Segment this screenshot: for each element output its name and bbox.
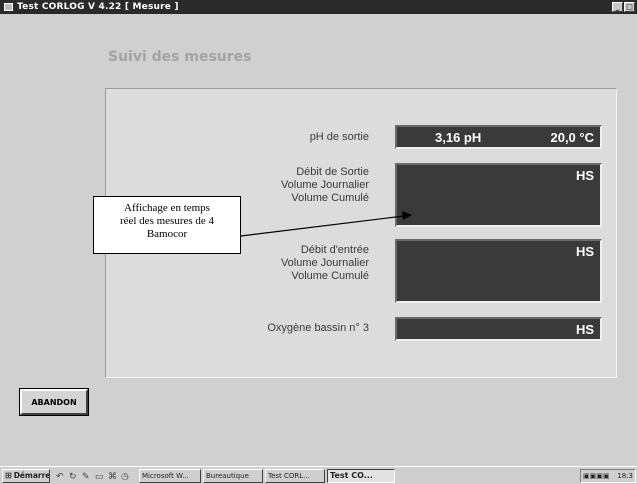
app-icon[interactable]	[4, 3, 13, 11]
callout-line-3: Bamocor	[146, 228, 188, 240]
abandon-button[interactable]: ABANDON	[19, 388, 89, 416]
taskbar-item-bureautique[interactable]: Bureautique	[203, 468, 263, 483]
taskbar-item-label: Bureautique	[206, 471, 249, 480]
network-icon[interactable]: ⌘	[108, 471, 118, 481]
taskbar-item-label: Microsoft W...	[142, 471, 189, 480]
inlet-cumulative-volume-label: Volume Cumulé	[291, 270, 369, 282]
windows-logo-icon: ⊞	[5, 471, 12, 480]
taskbar: ⊞ Démarrer ↶ ↻ ✎ ▭ ⌘ ◷ Microsoft W... Bu…	[0, 466, 637, 484]
section-title: Suivi des mesures	[108, 49, 252, 65]
taskbar-item-label: Test CO...	[330, 471, 373, 480]
inlet-flow-display: HS	[395, 239, 602, 303]
maximize-button[interactable]: □	[624, 2, 635, 12]
outlet-cumulative-volume-label: Volume Cumulé	[291, 192, 369, 204]
folder-icon[interactable]: ▭	[95, 471, 105, 481]
temperature-value: 20,0 °C	[550, 130, 594, 145]
paint-icon[interactable]: ✎	[82, 471, 92, 481]
oxygen-display: HS	[395, 317, 602, 341]
annotation-callout: Affichage en temps réel des mesures de 4…	[93, 196, 241, 254]
quick-launch: ↶ ↻ ✎ ▭ ⌘ ◷	[56, 471, 131, 481]
window-title: Test CORLOG V 4.22 [ Mesure ]	[17, 2, 179, 12]
outlet-flow-labels: Débit de Sortie Volume Journalier Volume…	[281, 166, 369, 205]
title-bar: Test CORLOG V 4.22 [ Mesure ] _ □	[0, 0, 637, 14]
callout-line-1: Affichage en temps	[124, 202, 210, 214]
outlet-daily-volume-label: Volume Journalier	[280, 179, 369, 191]
inlet-flow-value: HS	[575, 244, 594, 259]
window-controls: _ □	[612, 2, 635, 12]
clock-icon[interactable]: ◷	[121, 471, 131, 481]
outlet-flow-label: Débit de Sortie	[296, 166, 369, 178]
inlet-flow-label: Débit d'entrée	[300, 244, 369, 256]
refresh-icon[interactable]: ↻	[69, 471, 79, 481]
taskbar-item-test-co-active[interactable]: Test CO...	[327, 468, 395, 483]
system-tray: ▣▣▣▣ 18:3	[580, 469, 636, 483]
outlet-flow-display: HS	[395, 163, 602, 227]
oxygen-value: HS	[575, 322, 594, 337]
callout-line-2: réel des mesures de 4	[119, 215, 215, 227]
minimize-button[interactable]: _	[612, 2, 623, 12]
taskbar-item-word[interactable]: Microsoft W...	[139, 468, 201, 483]
taskbar-item-test-corl[interactable]: Test CORL...	[265, 468, 325, 483]
ph-label: pH de sortie	[309, 131, 369, 143]
start-button[interactable]: ⊞ Démarrer	[2, 468, 50, 483]
taskbar-item-label: Test CORL...	[268, 471, 310, 480]
outlet-flow-value: HS	[575, 168, 594, 183]
undo-icon[interactable]: ↶	[56, 471, 66, 481]
tray-icons[interactable]: ▣▣▣▣	[583, 472, 609, 480]
ph-temp-display: 3,16 pH 20,0 °C	[395, 125, 602, 149]
inlet-daily-volume-label: Volume Journalier	[280, 257, 369, 269]
start-label: Démarrer	[13, 471, 50, 480]
clock-time: 18:3	[617, 472, 633, 480]
inlet-flow-labels: Débit d'entrée Volume Journalier Volume …	[281, 244, 369, 283]
oxygen-label: Oxygène bassin n° 3	[267, 322, 369, 334]
ph-value: 3,16 pH	[435, 130, 482, 145]
